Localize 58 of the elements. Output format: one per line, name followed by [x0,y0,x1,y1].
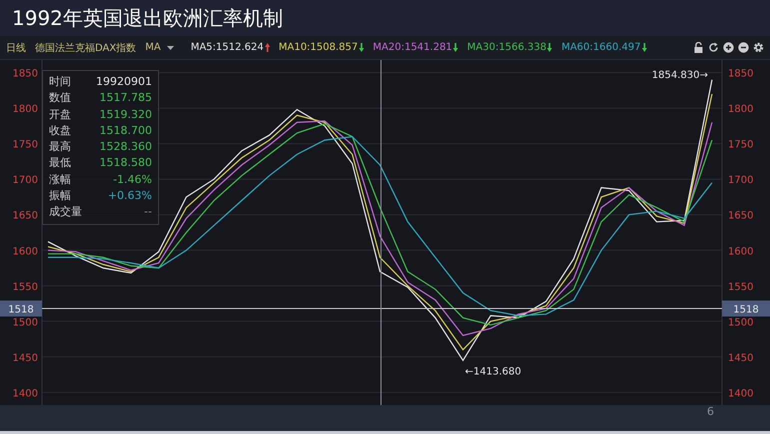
info-value: -1.46% [112,172,152,188]
info-label: 开盘 [49,106,72,123]
axis-tick-label: 1400 [12,388,38,400]
axis-tick-label: 1850 [728,68,754,80]
info-label: 涨幅 [49,172,72,188]
axis-tick-label: 1750 [728,140,754,151]
axis-tick-label: 1500 [728,317,754,328]
info-value: 1519.320 [98,106,152,123]
info-label: 最低 [49,155,72,172]
axis-tick-label: 1550 [728,282,754,293]
moving-average-legend: MA30:1566.338 [467,42,546,53]
moving-average-legend: MA10:1508.857 [278,42,358,53]
info-label: 数值 [49,90,72,106]
lock-icon[interactable] [693,42,704,53]
info-label: 最高 [49,139,72,156]
moving-average-legend: MA60:1660.497 [561,42,641,53]
info-label: 时间 [49,74,72,90]
info-label: 收盘 [49,122,72,139]
price-annotation: 1854.830→ [652,70,708,81]
axis-tick-label: 1500 [12,317,38,328]
slide-title: 1992年英国退出欧洲汇率机制 [12,4,283,32]
info-value: 1517.785 [98,90,152,106]
price-annotation: ←1413.680 [465,366,522,378]
indicator-dropdown[interactable]: MA [145,42,174,53]
axis-tick-label: 1600 [12,246,38,258]
axis-tick-label: 1550 [12,282,38,293]
zoom-in-icon[interactable] [723,42,734,53]
settings-icon[interactable] [753,42,764,53]
axis-tick-label: 1700 [12,175,38,186]
instrument-name: 德国法兰克福DAX指数 [35,42,136,54]
caret-icon [166,46,174,50]
axis-tick-label: 1800 [12,104,38,116]
period-label: 日线 [6,42,26,54]
axis-tick-label: 1650 [12,210,38,222]
axis-tick-label: 1750 [12,140,38,151]
info-value: 1518.580 [98,155,152,172]
moving-average-legend: MA5:1512.624 [190,42,264,53]
axis-tick-label: 1850 [12,68,38,80]
axis-tick-label: 1450 [12,352,38,364]
axis-tick-label: 1800 [728,104,754,116]
crosshair-price-label: 1518 [0,300,42,317]
page-number: 6 [707,405,714,418]
axis-tick-label: 1400 [728,388,754,400]
info-value: 1528.360 [98,139,152,156]
axis-tick-label: 1650 [728,210,754,222]
info-label: 成交量 [49,204,82,220]
axis-tick-label: 1700 [728,175,754,186]
axis-tick-label: 1450 [728,352,754,364]
info-value: 1518.700 [98,122,152,139]
moving-average-legend: MA20:1541.281 [372,42,452,53]
axis-tick-label: 1600 [728,246,754,258]
zoom-out-icon[interactable] [738,42,749,53]
info-value: +0.63% [106,188,152,204]
refresh-icon[interactable] [708,42,719,53]
info-value: 19920901 [96,74,152,90]
crosshair-price-label: 1518 [722,300,770,317]
info-label: 振幅 [49,188,72,204]
info-value: -- [143,204,152,220]
